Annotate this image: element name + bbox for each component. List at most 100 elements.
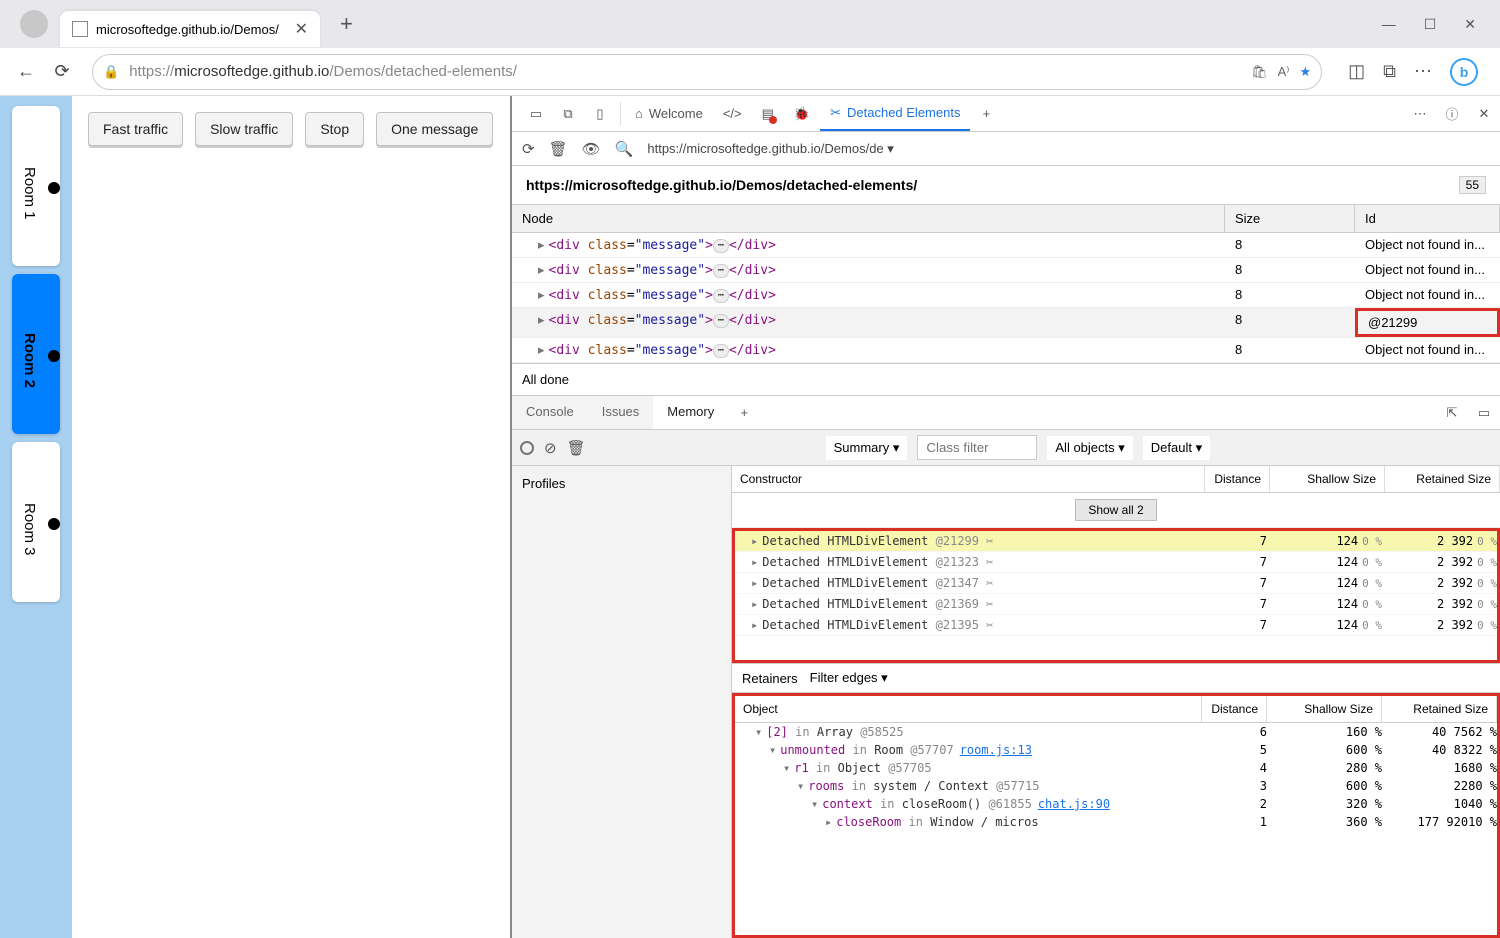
search-icon[interactable]: 🔍 bbox=[615, 140, 634, 158]
tab-detached-elements[interactable]: ✂ Detached Elements bbox=[820, 96, 970, 131]
room-button-2[interactable]: Room 2 bbox=[12, 274, 60, 434]
col-object[interactable]: Object bbox=[735, 696, 1202, 722]
col-id[interactable]: Id bbox=[1355, 205, 1500, 232]
dock-icon[interactable]: ▯ bbox=[584, 96, 616, 131]
page-area: Fast traffic Slow traffic Stop One messa… bbox=[72, 96, 510, 938]
device-icon[interactable]: ⧉ bbox=[552, 96, 584, 131]
summary-select[interactable]: Summary bbox=[826, 436, 908, 460]
page-icon bbox=[72, 21, 88, 37]
page-buttons: Fast traffic Slow traffic Stop One messa… bbox=[88, 112, 494, 146]
stop-button[interactable]: Stop bbox=[305, 112, 364, 146]
devtools-help-icon[interactable]: ⓘ bbox=[1436, 96, 1468, 131]
tab-issues[interactable]: Issues bbox=[588, 396, 654, 429]
network-icon: ▤ bbox=[762, 106, 774, 122]
header-url: https://microsoftedge.github.io/Demos/de… bbox=[526, 177, 917, 193]
retainer-row[interactable]: ▾rooms in system / Context @577153600 %2… bbox=[735, 777, 1497, 795]
detached-toolbar: ⟳ 🗑 👁 🔍 https://microsoftedge.github.io/… bbox=[512, 132, 1500, 166]
bug-icon: 🐞 bbox=[794, 106, 810, 122]
more-menu-icon[interactable]: ⋯ bbox=[1414, 61, 1432, 82]
url-bar[interactable]: 🔒 https://microsoftedge.github.io/Demos/… bbox=[92, 54, 1322, 90]
default-select[interactable]: Default bbox=[1143, 436, 1210, 460]
shopping-icon[interactable]: 🛍 bbox=[1251, 64, 1268, 80]
tab-console[interactable]: Console bbox=[512, 396, 588, 429]
show-all-button[interactable]: Show all 2 bbox=[1075, 499, 1156, 521]
col-shallow-2[interactable]: Shallow Size bbox=[1267, 696, 1382, 722]
all-objects-select[interactable]: All objects bbox=[1047, 436, 1132, 460]
room-button-3[interactable]: Room 3 bbox=[12, 442, 60, 602]
col-distance[interactable]: Distance bbox=[1205, 466, 1270, 492]
col-size[interactable]: Size bbox=[1225, 205, 1355, 232]
constructor-header: Constructor Distance Shallow Size Retain… bbox=[732, 466, 1500, 493]
room-label: Room 3 bbox=[21, 503, 38, 556]
class-filter-input[interactable] bbox=[917, 435, 1037, 460]
minimize-button[interactable]: — bbox=[1382, 16, 1396, 33]
table-row[interactable]: ▸<div class="message">⋯</div>8Object not… bbox=[512, 283, 1500, 308]
tab-close-icon[interactable]: ✕ bbox=[295, 19, 308, 39]
slow-traffic-button[interactable]: Slow traffic bbox=[195, 112, 293, 146]
eye-icon[interactable]: 👁 bbox=[582, 140, 601, 158]
back-button[interactable]: ← bbox=[8, 54, 44, 90]
retainer-row[interactable]: ▾[2] in Array @585256160 %40 7562 % bbox=[735, 723, 1497, 741]
maximize-button[interactable]: ☐ bbox=[1424, 16, 1437, 33]
add-drawer-tab[interactable]: + bbox=[728, 396, 760, 429]
tab-sources[interactable]: 🐞 bbox=[784, 96, 820, 131]
col-node[interactable]: Node bbox=[512, 205, 1225, 232]
table-row[interactable]: ▸<div class="message">⋯</div>8Object not… bbox=[512, 233, 1500, 258]
collections-icon[interactable]: ⧉ bbox=[1383, 61, 1396, 82]
status-dot bbox=[48, 350, 60, 362]
tab-title: microsoftedge.github.io/Demos/ bbox=[96, 22, 285, 37]
record-icon[interactable] bbox=[520, 441, 534, 455]
one-message-button[interactable]: One message bbox=[376, 112, 493, 146]
inspect-icon[interactable]: ▭ bbox=[520, 96, 552, 131]
tab-memory[interactable]: Memory bbox=[653, 396, 728, 429]
devtools-close-icon[interactable]: ✕ bbox=[1468, 96, 1500, 131]
col-retained[interactable]: Retained Size bbox=[1385, 466, 1500, 492]
room-button-1[interactable]: Room 1 bbox=[12, 106, 60, 266]
close-window-button[interactable]: ✕ bbox=[1464, 16, 1476, 33]
memory-body: Profiles Constructor Distance Shallow Si… bbox=[512, 466, 1500, 938]
tab-elements[interactable]: </> bbox=[713, 96, 752, 131]
tab-welcome[interactable]: ⌂ Welcome bbox=[625, 96, 713, 131]
retainer-row[interactable]: ▸closeRoom in Window / micros 1360 %177 … bbox=[735, 813, 1497, 831]
table-row[interactable]: ▸<div class="message">⋯</div>8Object not… bbox=[512, 338, 1500, 363]
titlebar: microsoftedge.github.io/Demos/ ✕ + — ☐ ✕ bbox=[0, 0, 1500, 48]
refresh-icon[interactable]: ⟳ bbox=[522, 140, 535, 158]
showall-row: Show all 2 bbox=[732, 493, 1500, 528]
detached-table-body: ▸<div class="message">⋯</div>8Object not… bbox=[512, 233, 1500, 363]
profile-avatar[interactable] bbox=[20, 10, 48, 38]
retainer-row[interactable]: ▾r1 in Object @577054280 %1680 % bbox=[735, 759, 1497, 777]
fast-traffic-button[interactable]: Fast traffic bbox=[88, 112, 183, 146]
favorite-icon[interactable]: ★ bbox=[1299, 64, 1311, 80]
drawer-dock-icon[interactable]: ▭ bbox=[1468, 396, 1500, 429]
add-tab-button[interactable]: + bbox=[970, 96, 1002, 131]
col-distance-2[interactable]: Distance bbox=[1202, 696, 1267, 722]
status-dot bbox=[48, 518, 60, 530]
constructor-row[interactable]: ▸Detached HTMLDivElement @21369 ✂71240 %… bbox=[735, 594, 1497, 615]
trash-icon[interactable]: 🗑 bbox=[549, 140, 568, 158]
frame-selector[interactable]: https://microsoftedge.github.io/Demos/de bbox=[647, 141, 893, 157]
clear-icon[interactable]: ⊘ bbox=[544, 439, 557, 457]
table-row[interactable]: ▸<div class="message">⋯</div>8Object not… bbox=[512, 258, 1500, 283]
retainer-row[interactable]: ▾unmounted in Room @57707room.js:135600 … bbox=[735, 741, 1497, 759]
split-screen-icon[interactable]: ◫ bbox=[1348, 61, 1365, 82]
browser-tab[interactable]: microsoftedge.github.io/Demos/ ✕ bbox=[60, 11, 320, 47]
table-row[interactable]: ▸<div class="message">⋯</div>8@21299 bbox=[512, 308, 1500, 338]
col-constructor[interactable]: Constructor bbox=[732, 466, 1205, 492]
constructor-row[interactable]: ▸Detached HTMLDivElement @21347 ✂71240 %… bbox=[735, 573, 1497, 594]
constructor-row[interactable]: ▸Detached HTMLDivElement @21299 ✂71240 %… bbox=[735, 531, 1497, 552]
new-tab-button[interactable]: + bbox=[332, 7, 361, 41]
tab-network[interactable]: ▤ bbox=[752, 96, 784, 131]
col-shallow[interactable]: Shallow Size bbox=[1270, 466, 1385, 492]
devtools-more-icon[interactable]: ⋯ bbox=[1404, 96, 1436, 131]
retainer-row[interactable]: ▾context in closeRoom() @61855chat.js:90… bbox=[735, 795, 1497, 813]
filter-edges-select[interactable]: Filter edges bbox=[810, 670, 888, 686]
col-retained-2[interactable]: Retained Size bbox=[1382, 696, 1497, 722]
refresh-button[interactable]: ⟳ bbox=[44, 54, 80, 90]
main-content: Room 1 Room 2 Room 3 Fast traffic Slow t… bbox=[0, 96, 1500, 938]
read-aloud-icon[interactable]: A⁾ bbox=[1278, 64, 1290, 80]
constructor-row[interactable]: ▸Detached HTMLDivElement @21395 ✂71240 %… bbox=[735, 615, 1497, 636]
gc-icon[interactable]: 🗑 bbox=[567, 439, 586, 457]
bing-button[interactable]: b bbox=[1450, 58, 1478, 86]
constructor-row[interactable]: ▸Detached HTMLDivElement @21323 ✂71240 %… bbox=[735, 552, 1497, 573]
drawer-expand-icon[interactable]: ⇱ bbox=[1436, 396, 1468, 429]
